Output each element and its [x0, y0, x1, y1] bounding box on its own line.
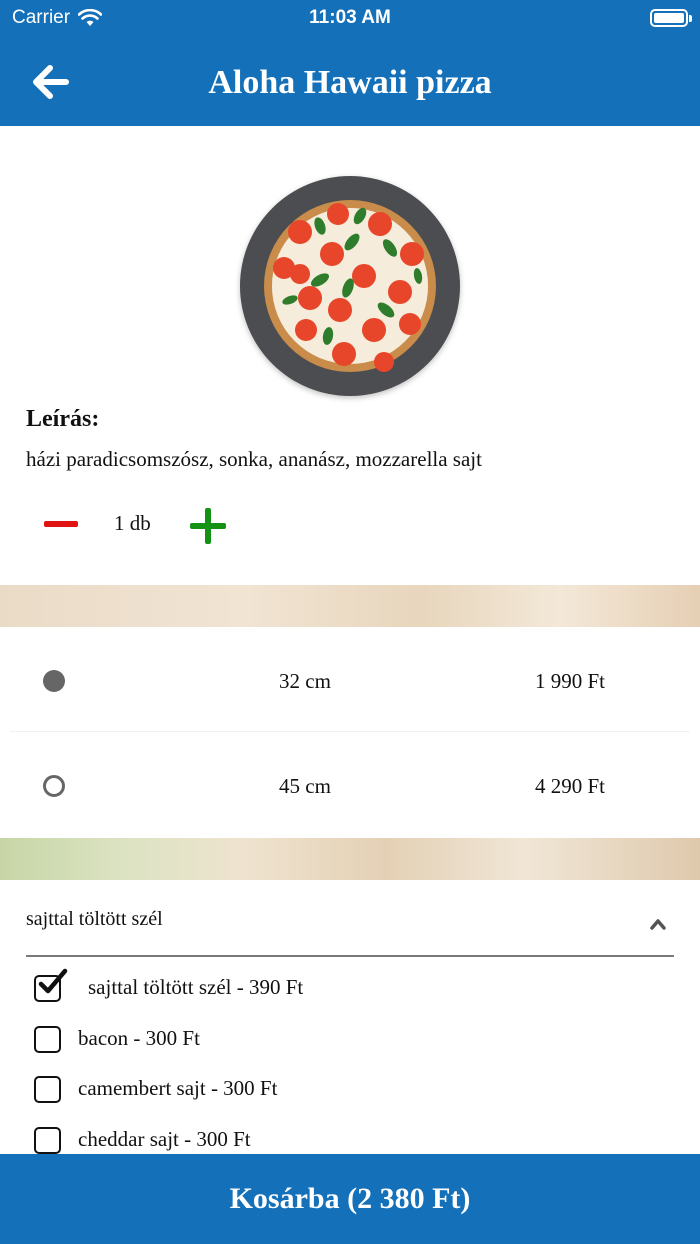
size-option-32cm[interactable]: 32 cm 1 990 Ft — [0, 627, 700, 731]
pizza-illustration — [264, 200, 436, 372]
checkbox-unchecked[interactable] — [34, 1026, 61, 1053]
nav-bar: Aloha Hawaii pizza — [0, 40, 700, 126]
extras-group-label: sajttal töltött szél — [26, 908, 163, 930]
background-photo-strip — [0, 838, 700, 880]
size-label: 45 cm — [279, 774, 331, 798]
status-time: 11:03 AM — [309, 7, 391, 28]
quantity-value: 1 db — [114, 511, 151, 535]
minus-icon[interactable] — [44, 521, 78, 527]
radio-selected-icon[interactable] — [43, 670, 65, 692]
plus-icon[interactable] — [190, 508, 226, 544]
checkbox-unchecked[interactable] — [34, 1076, 61, 1103]
extras-group-header[interactable]: sajttal töltött szél — [26, 880, 674, 957]
extra-item[interactable]: cheddar sajt - 300 Ft — [34, 1122, 634, 1158]
radio-unselected-icon[interactable] — [43, 775, 65, 797]
pizza-image — [240, 176, 460, 396]
extra-item[interactable]: sajttal töltött szél - 390 Ft — [34, 968, 634, 1006]
extra-item[interactable]: camembert sajt - 300 Ft — [34, 1071, 634, 1107]
page-title: Aloha Hawaii pizza — [208, 64, 492, 101]
checkbox-unchecked[interactable] — [34, 1127, 61, 1154]
description-label: Leírás: — [26, 406, 100, 432]
size-option-45cm[interactable]: 45 cm 4 290 Ft — [0, 732, 700, 836]
size-price: 1 990 Ft — [534, 669, 605, 693]
extra-item-label: cheddar sajt - 300 Ft — [78, 1127, 251, 1151]
description-text: házi paradicsomszósz, sonka, ananász, mo… — [26, 447, 482, 471]
background-photo-strip — [0, 585, 700, 627]
extra-item-label: bacon - 300 Ft — [78, 1026, 200, 1050]
add-to-cart-button[interactable]: Kosárba (2 380 Ft) — [0, 1154, 700, 1244]
quantity-stepper: 1 db — [40, 500, 260, 550]
extras-panel: sajttal töltött szél — [0, 880, 700, 1160]
size-label: 32 cm — [279, 669, 331, 693]
extra-item-label: sajttal töltött szél - 390 Ft — [88, 975, 304, 999]
extra-item[interactable]: bacon - 300 Ft — [34, 1021, 634, 1057]
checkmark-icon — [38, 968, 68, 994]
status-bar: Carrier 11:03 AM — [0, 0, 700, 40]
chevron-up-icon[interactable] — [650, 916, 666, 932]
battery-icon — [650, 9, 692, 27]
extra-item-label: camembert sajt - 300 Ft — [78, 1076, 278, 1100]
size-price: 4 290 Ft — [534, 774, 605, 798]
